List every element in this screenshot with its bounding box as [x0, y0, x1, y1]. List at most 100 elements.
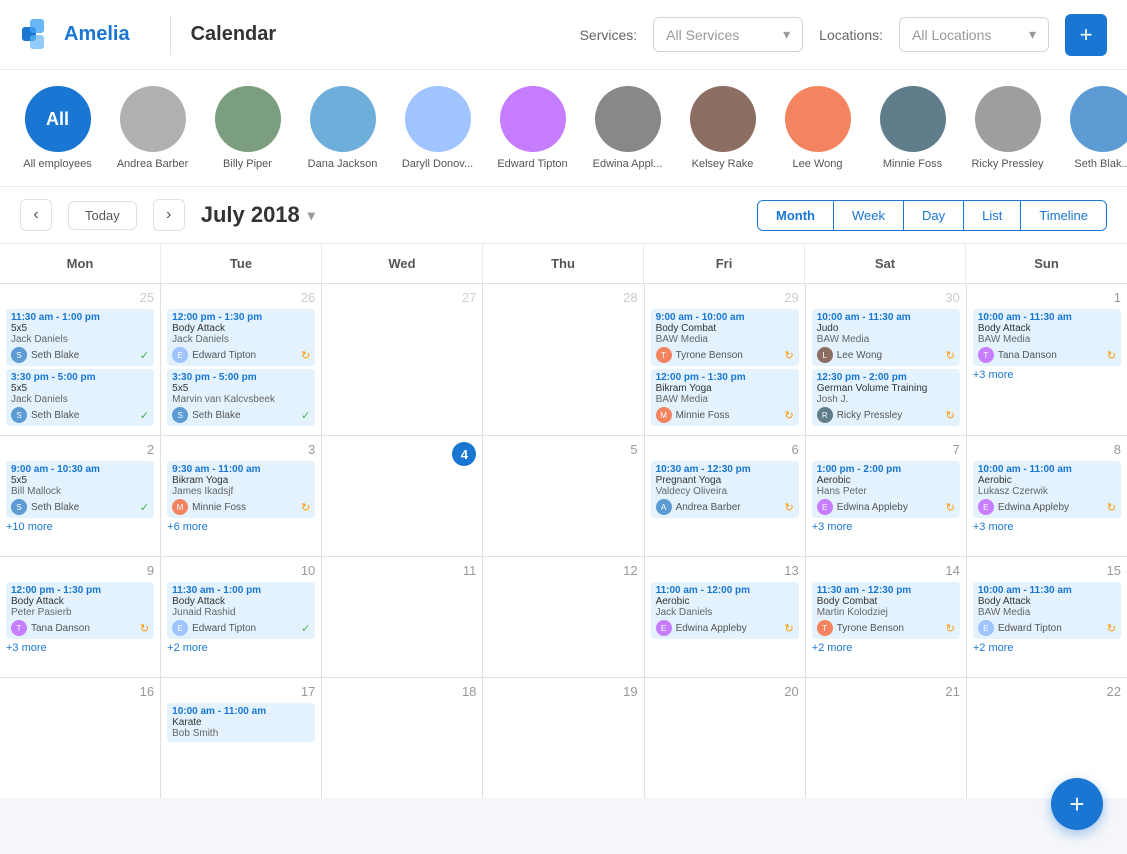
employee-avatar-seth [1070, 86, 1127, 152]
calendar-cell-1-6[interactable]: 810:00 am - 11:00 amAerobicLukasz Czerwi… [967, 436, 1127, 556]
employee-item-andrea[interactable]: Andrea Barber [115, 86, 190, 170]
calendar-cell-2-4[interactable]: 1311:00 am - 12:00 pmAerobicJack Daniels… [645, 557, 805, 677]
event-0-0-0[interactable]: 11:30 am - 1:00 pm5x5Jack DanielsSSeth B… [6, 309, 154, 366]
event-1-6-0[interactable]: 10:00 am - 11:00 amAerobicLukasz Czerwik… [973, 461, 1121, 518]
event-location: Jack Daniels [11, 394, 149, 405]
calendar-cell-0-5[interactable]: 3010:00 am - 11:30 amJudoBAW MediaLLee W… [806, 284, 966, 435]
event-location: Peter Pasierb [11, 607, 149, 618]
event-person-row: RRicky Pressley↻ [817, 407, 955, 423]
calendar-cell-0-2[interactable]: 27 [322, 284, 482, 435]
event-0-5-0[interactable]: 10:00 am - 11:30 amJudoBAW MediaLLee Won… [812, 309, 960, 366]
event-0-5-1[interactable]: 12:30 pm - 2:00 pmGerman Volume Training… [812, 369, 960, 426]
calendar-cell-2-2[interactable]: 11 [322, 557, 482, 677]
event-location: Bill Mallock [11, 486, 149, 497]
employee-avatar-daryll [405, 86, 471, 152]
event-2-1-0[interactable]: 11:30 am - 1:00 pmBody AttackJunaid Rash… [167, 582, 315, 639]
employee-item-minnie[interactable]: Minnie Foss [875, 86, 950, 170]
employee-avatar-billy [215, 86, 281, 152]
today-button[interactable]: Today [68, 201, 137, 230]
event-0-0-1[interactable]: 3:30 pm - 5:00 pm5x5Jack DanielsSSeth Bl… [6, 369, 154, 426]
employee-item-edwina[interactable]: Edwina Appl... [590, 86, 665, 170]
more-events-link[interactable]: +6 more [167, 521, 315, 533]
event-2-6-0[interactable]: 10:00 am - 11:30 amBody AttackBAW MediaE… [973, 582, 1121, 639]
calendar-cell-3-5[interactable]: 21 [806, 678, 966, 798]
event-2-4-0[interactable]: 11:00 am - 12:00 pmAerobicJack DanielsEE… [651, 582, 799, 639]
calendar-cell-1-0[interactable]: 2 9:00 am - 10:30 am5x5Bill MallockSSeth … [0, 436, 160, 556]
event-0-1-1[interactable]: 3:30 pm - 5:00 pm5x5Marvin van Kalcvsbee… [167, 369, 315, 426]
calendar-cell-1-2[interactable]: 4 [322, 436, 482, 556]
event-status-pending: ↻ [1107, 349, 1116, 362]
day-header-sun: Sun [966, 244, 1127, 283]
event-0-4-1[interactable]: 12:00 pm - 1:30 pmBikram YogaBAW MediaMM… [651, 369, 799, 426]
calendar-cell-0-6[interactable]: 110:00 am - 11:30 amBody AttackBAW Media… [967, 284, 1127, 435]
event-1-1-0[interactable]: 9:30 am - 11:00 amBikram YogaJames Ikads… [167, 461, 315, 518]
employee-item-edward[interactable]: Edward Tipton [495, 86, 570, 170]
locations-select[interactable]: All Locations ▾ [899, 17, 1049, 52]
event-location: Jack Daniels [11, 334, 149, 345]
more-events-link[interactable]: +2 more [167, 642, 315, 654]
event-person-row: LLee Wong↻ [817, 347, 955, 363]
event-0-6-0[interactable]: 10:00 am - 11:30 amBody AttackBAW MediaT… [973, 309, 1121, 366]
add-button[interactable]: + [1065, 14, 1107, 56]
more-events-link[interactable]: +2 more [812, 642, 960, 654]
event-0-4-0[interactable]: 9:00 am - 10:00 amBody CombatBAW MediaTT… [651, 309, 799, 366]
calendar-cell-2-1[interactable]: 1011:30 am - 1:00 pmBody AttackJunaid Ra… [161, 557, 321, 677]
calendar-cell-3-3[interactable]: 19 [483, 678, 643, 798]
more-events-link[interactable]: +3 more [6, 642, 154, 654]
event-2-0-0[interactable]: 12:00 pm - 1:30 pmBody AttackPeter Pasie… [6, 582, 154, 639]
more-events-link[interactable]: +3 more [973, 369, 1121, 381]
calendar-cell-2-0[interactable]: 912:00 pm - 1:30 pmBody AttackPeter Pasi… [0, 557, 160, 677]
event-3-1-0[interactable]: 10:00 am - 11:00 amKarateBob Smith [167, 703, 315, 742]
calendar-cell-0-4[interactable]: 299:00 am - 10:00 amBody CombatBAW Media… [645, 284, 805, 435]
more-events-link[interactable]: +2 more [973, 642, 1121, 654]
calendar-cell-3-6[interactable]: 22 [967, 678, 1127, 798]
calendar-cell-2-6[interactable]: 1510:00 am - 11:30 amBody AttackBAW Medi… [967, 557, 1127, 677]
employee-item-dana[interactable]: Dana Jackson [305, 86, 380, 170]
calendar-cell-1-4[interactable]: 610:30 am - 12:30 pmPregnant YogaValdecy… [645, 436, 805, 556]
event-1-0-0[interactable]: 9:00 am - 10:30 am5x5Bill MallockSSeth B… [6, 461, 154, 518]
view-btn-month[interactable]: Month [758, 201, 834, 230]
calendar-cell-3-0[interactable]: 16 [0, 678, 160, 798]
employee-item-ricky[interactable]: Ricky Pressley [970, 86, 1045, 170]
view-btn-week[interactable]: Week [834, 201, 904, 230]
event-person-name: Edward Tipton [998, 623, 1103, 634]
calendar-cell-3-1[interactable]: 1710:00 am - 11:00 amKarateBob Smith [161, 678, 321, 798]
event-location: Josh J. [817, 394, 955, 405]
view-btn-list[interactable]: List [964, 201, 1021, 230]
calendar-cell-2-3[interactable]: 12 [483, 557, 643, 677]
event-1-5-0[interactable]: 1:00 pm - 2:00 pmAerobicHans PeterEEdwin… [812, 461, 960, 518]
calendar-cell-1-1[interactable]: 39:30 am - 11:00 amBikram YogaJames Ikad… [161, 436, 321, 556]
services-select[interactable]: All Services ▾ [653, 17, 803, 52]
calendar-cell-0-3[interactable]: 28 [483, 284, 643, 435]
more-events-link[interactable]: +3 more [973, 521, 1121, 533]
employee-item-kelsey[interactable]: Kelsey Rake [685, 86, 760, 170]
view-btn-timeline[interactable]: Timeline [1021, 201, 1106, 230]
calendar-cell-1-3[interactable]: 5 [483, 436, 643, 556]
event-status-check: ✓ [140, 501, 149, 514]
cell-date-2: 2 [6, 442, 154, 457]
calendar-cell-3-4[interactable]: 20 [645, 678, 805, 798]
calendar-cell-0-1[interactable]: 2612:00 pm - 1:30 pmBody AttackJack Dani… [161, 284, 321, 435]
fab-button[interactable]: + [1051, 778, 1103, 830]
employee-item-all[interactable]: AllAll employees [20, 86, 95, 170]
calendar-cell-2-5[interactable]: 1411:30 am - 12:30 pmBody CombatMartin K… [806, 557, 966, 677]
event-0-1-0[interactable]: 12:00 pm - 1:30 pmBody AttackJack Daniel… [167, 309, 315, 366]
more-events-link[interactable]: +10 more [6, 521, 154, 533]
employee-item-lee[interactable]: Lee Wong [780, 86, 855, 170]
calendar-cell-1-5[interactable]: 71:00 pm - 2:00 pmAerobicHans PeterEEdwi… [806, 436, 966, 556]
employee-item-seth[interactable]: Seth Blak... [1065, 86, 1127, 170]
calendar-cell-0-0[interactable]: 2511:30 am - 1:00 pm5x5Jack DanielsSSeth… [0, 284, 160, 435]
more-events-link[interactable]: +3 more [812, 521, 960, 533]
event-1-4-0[interactable]: 10:30 am - 12:30 pmPregnant YogaValdecy … [651, 461, 799, 518]
locations-chevron-icon: ▾ [1029, 26, 1036, 43]
view-btn-day[interactable]: Day [904, 201, 964, 230]
prev-button[interactable]: ‹ [20, 199, 52, 231]
calendar-controls: ‹ Today › July 2018 ▾ MonthWeekDayListTi… [0, 187, 1127, 244]
event-2-5-0[interactable]: 11:30 am - 12:30 pmBody CombatMartin Kol… [812, 582, 960, 639]
next-button[interactable]: › [153, 199, 185, 231]
calendar-cell-3-2[interactable]: 18 [322, 678, 482, 798]
month-dropdown-icon[interactable]: ▾ [308, 207, 315, 224]
event-status-pending: ↻ [784, 349, 793, 362]
employee-item-daryll[interactable]: Daryll Donov... [400, 86, 475, 170]
employee-item-billy[interactable]: Billy Piper [210, 86, 285, 170]
